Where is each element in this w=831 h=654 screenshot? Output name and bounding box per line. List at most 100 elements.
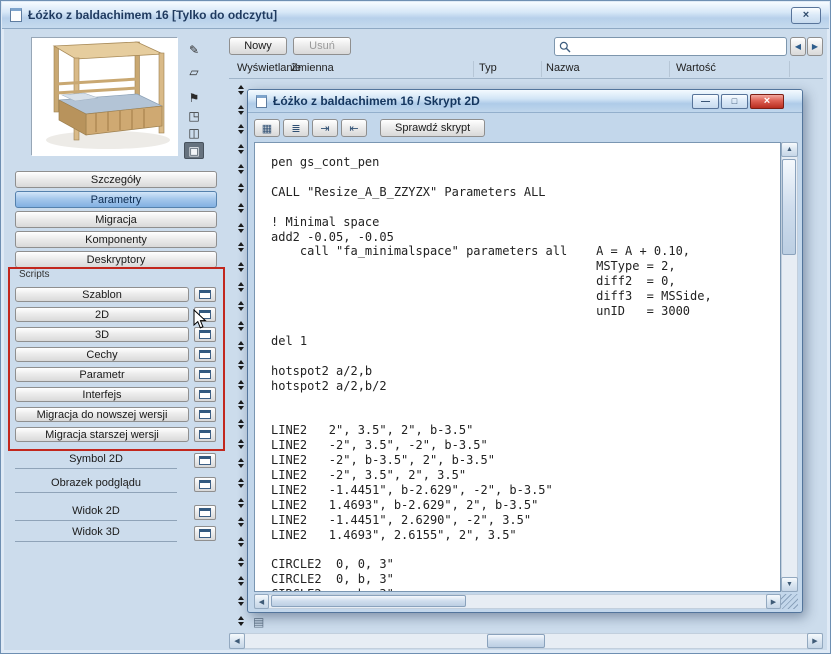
scroll-left-icon[interactable]: ◀ (229, 633, 245, 649)
open-parametr-window-button[interactable] (194, 367, 216, 382)
insert-grid-icon[interactable]: ▦ (254, 119, 280, 137)
nav-next-button[interactable]: ▶ (807, 37, 823, 56)
object-preview (31, 37, 177, 155)
row-reorder-spinner[interactable] (234, 85, 247, 98)
close-button[interactable]: × (791, 7, 821, 24)
search-box[interactable] (554, 37, 787, 56)
script-button-migracja-starsza[interactable]: Migracja starszej wersji (15, 427, 189, 442)
script-button-interfejs[interactable]: Interfejs (15, 387, 189, 402)
sidebar-item-deskryptory[interactable]: Deskryptory (15, 251, 217, 268)
script-button-2d[interactable]: 2D (15, 307, 189, 322)
row-reorder-spinner[interactable] (234, 321, 247, 334)
script-horizontal-scrollbar[interactable]: ◀ ▶ (254, 594, 781, 609)
open-widok-3d-button[interactable] (194, 526, 216, 541)
row-reorder-spinner[interactable] (234, 616, 247, 629)
script-window-titlebar[interactable]: Łóżko z baldachimem 16 / Skrypt 2D — □ × (248, 90, 802, 113)
row-reorder-spinner[interactable] (234, 557, 247, 570)
view-widok-3d[interactable]: Widok 3D (15, 526, 177, 542)
row-reorder-spinner[interactable] (234, 164, 247, 177)
row-reorder-spinner[interactable] (234, 400, 247, 413)
open-widok-2d-button[interactable] (194, 505, 216, 520)
script-button-migracja-nowsza[interactable]: Migracja do nowszej wersji (15, 407, 189, 422)
row-reorder-spinner[interactable] (234, 203, 247, 216)
sidebar-item-parametry[interactable]: Parametry (15, 191, 217, 208)
row-reorder-spinner[interactable] (234, 301, 247, 314)
sidebar-item-komponenty[interactable]: Komponenty (15, 231, 217, 248)
open-cechy-window-button[interactable] (194, 347, 216, 362)
box-icon[interactable]: ◳ (184, 107, 204, 124)
open-symbol-2d-button[interactable] (194, 453, 216, 468)
scroll-down-icon[interactable]: ▼ (781, 577, 798, 592)
sidebar-item-szczegoly[interactable]: Szczegóły (15, 171, 217, 188)
eraser-icon[interactable]: ▱ (184, 63, 204, 80)
script-vertical-scrollbar[interactable]: ▲ ▼ (781, 142, 798, 592)
script-button-szablon[interactable]: Szablon (15, 287, 189, 302)
scroll-up-icon[interactable]: ▲ (781, 142, 798, 157)
open-2d-window-button[interactable] (194, 307, 216, 322)
outdent-icon[interactable]: ⇤ (341, 119, 367, 137)
row-reorder-spinner[interactable] (234, 242, 247, 255)
row-reorder-spinner[interactable] (234, 262, 247, 275)
row-reorder-spinner[interactable] (234, 596, 247, 609)
row-reorder-spinner[interactable] (234, 380, 247, 393)
row-reorder-spinner[interactable] (234, 105, 247, 118)
scroll-right-icon[interactable]: ▶ (766, 594, 781, 609)
close-script-window-button[interactable]: × (750, 94, 784, 109)
check-script-button[interactable]: Sprawdź skrypt (380, 119, 485, 137)
open-obrazek-podgladu-button[interactable] (194, 477, 216, 492)
window-title: Łóżko z baldachimem 16 [Tylko do odczytu… (28, 8, 277, 22)
scrollbar-thumb[interactable] (271, 595, 466, 607)
sidebar-item-migracja[interactable]: Migracja (15, 211, 217, 228)
row-reorder-spinner[interactable] (234, 360, 247, 373)
row-reorder-spinner[interactable] (234, 282, 247, 295)
row-reorder-spinner[interactable] (234, 498, 247, 511)
main-horizontal-scrollbar[interactable]: ◀ ▶ (229, 633, 823, 649)
row-reorder-spinner[interactable] (234, 124, 247, 137)
scroll-right-icon[interactable]: ▶ (807, 633, 823, 649)
scrollbar-thumb[interactable] (782, 159, 796, 255)
row-reorder-spinner[interactable] (234, 144, 247, 157)
pen-icon[interactable]: ✎ (184, 41, 204, 58)
view-obrazek-podgladu[interactable]: Obrazek podglądu (15, 477, 177, 493)
open-migracja-starsza-window-button[interactable] (194, 427, 216, 442)
scrollbar-thumb[interactable] (487, 634, 545, 648)
script-window-icon (256, 95, 267, 108)
indent-icon[interactable]: ⇥ (312, 119, 338, 137)
window-titlebar[interactable]: Łóżko z baldachimem 16 [Tylko do odczytu… (2, 2, 829, 29)
minimize-button[interactable]: — (692, 94, 719, 109)
row-reorder-spinner[interactable] (234, 439, 247, 452)
nav-previous-button[interactable]: ◀ (790, 37, 806, 56)
script-button-parametr[interactable]: Parametr (15, 367, 189, 382)
column-wartosc: Wartość (676, 62, 716, 74)
window-icon (199, 350, 211, 359)
flag-icon[interactable]: ⚑ (184, 89, 204, 106)
script-editor-text[interactable]: pen gs_cont_pen CALL "Resize_A_B_ZZYZX" … (255, 143, 780, 592)
script-button-cechy[interactable]: Cechy (15, 347, 189, 362)
script-button-3d[interactable]: 3D (15, 327, 189, 342)
delete-button[interactable]: Usuń (293, 37, 351, 55)
row-reorder-spinner[interactable] (234, 419, 247, 432)
script-editor-area[interactable]: pen gs_cont_pen CALL "Resize_A_B_ZZYZX" … (254, 142, 781, 592)
view-symbol-2d[interactable]: Symbol 2D (15, 453, 177, 469)
list-lines-icon[interactable]: ≣ (283, 119, 309, 137)
resize-grip[interactable] (781, 594, 798, 609)
cube-icon[interactable]: ◫ (184, 124, 204, 141)
row-reorder-spinner[interactable] (234, 576, 247, 589)
open-3d-window-button[interactable] (194, 327, 216, 342)
row-reorder-spinner[interactable] (234, 517, 247, 530)
open-interfejs-window-button[interactable] (194, 387, 216, 402)
maximize-button[interactable]: □ (721, 94, 748, 109)
row-reorder-spinner[interactable] (234, 223, 247, 236)
row-reorder-spinner[interactable] (234, 537, 247, 550)
row-reorder-spinner[interactable] (234, 458, 247, 471)
screen-icon[interactable]: ▣ (184, 142, 204, 159)
open-szablon-window-button[interactable] (194, 287, 216, 302)
scroll-left-icon[interactable]: ◀ (254, 594, 269, 609)
row-reorder-spinner[interactable] (234, 341, 247, 354)
row-reorder-spinner[interactable] (234, 478, 247, 491)
view-widok-2d[interactable]: Widok 2D (15, 505, 177, 521)
row-reorder-spinner[interactable] (234, 183, 247, 196)
open-migracja-nowsza-window-button[interactable] (194, 407, 216, 422)
new-button[interactable]: Nowy (229, 37, 287, 55)
search-input[interactable] (574, 41, 782, 53)
